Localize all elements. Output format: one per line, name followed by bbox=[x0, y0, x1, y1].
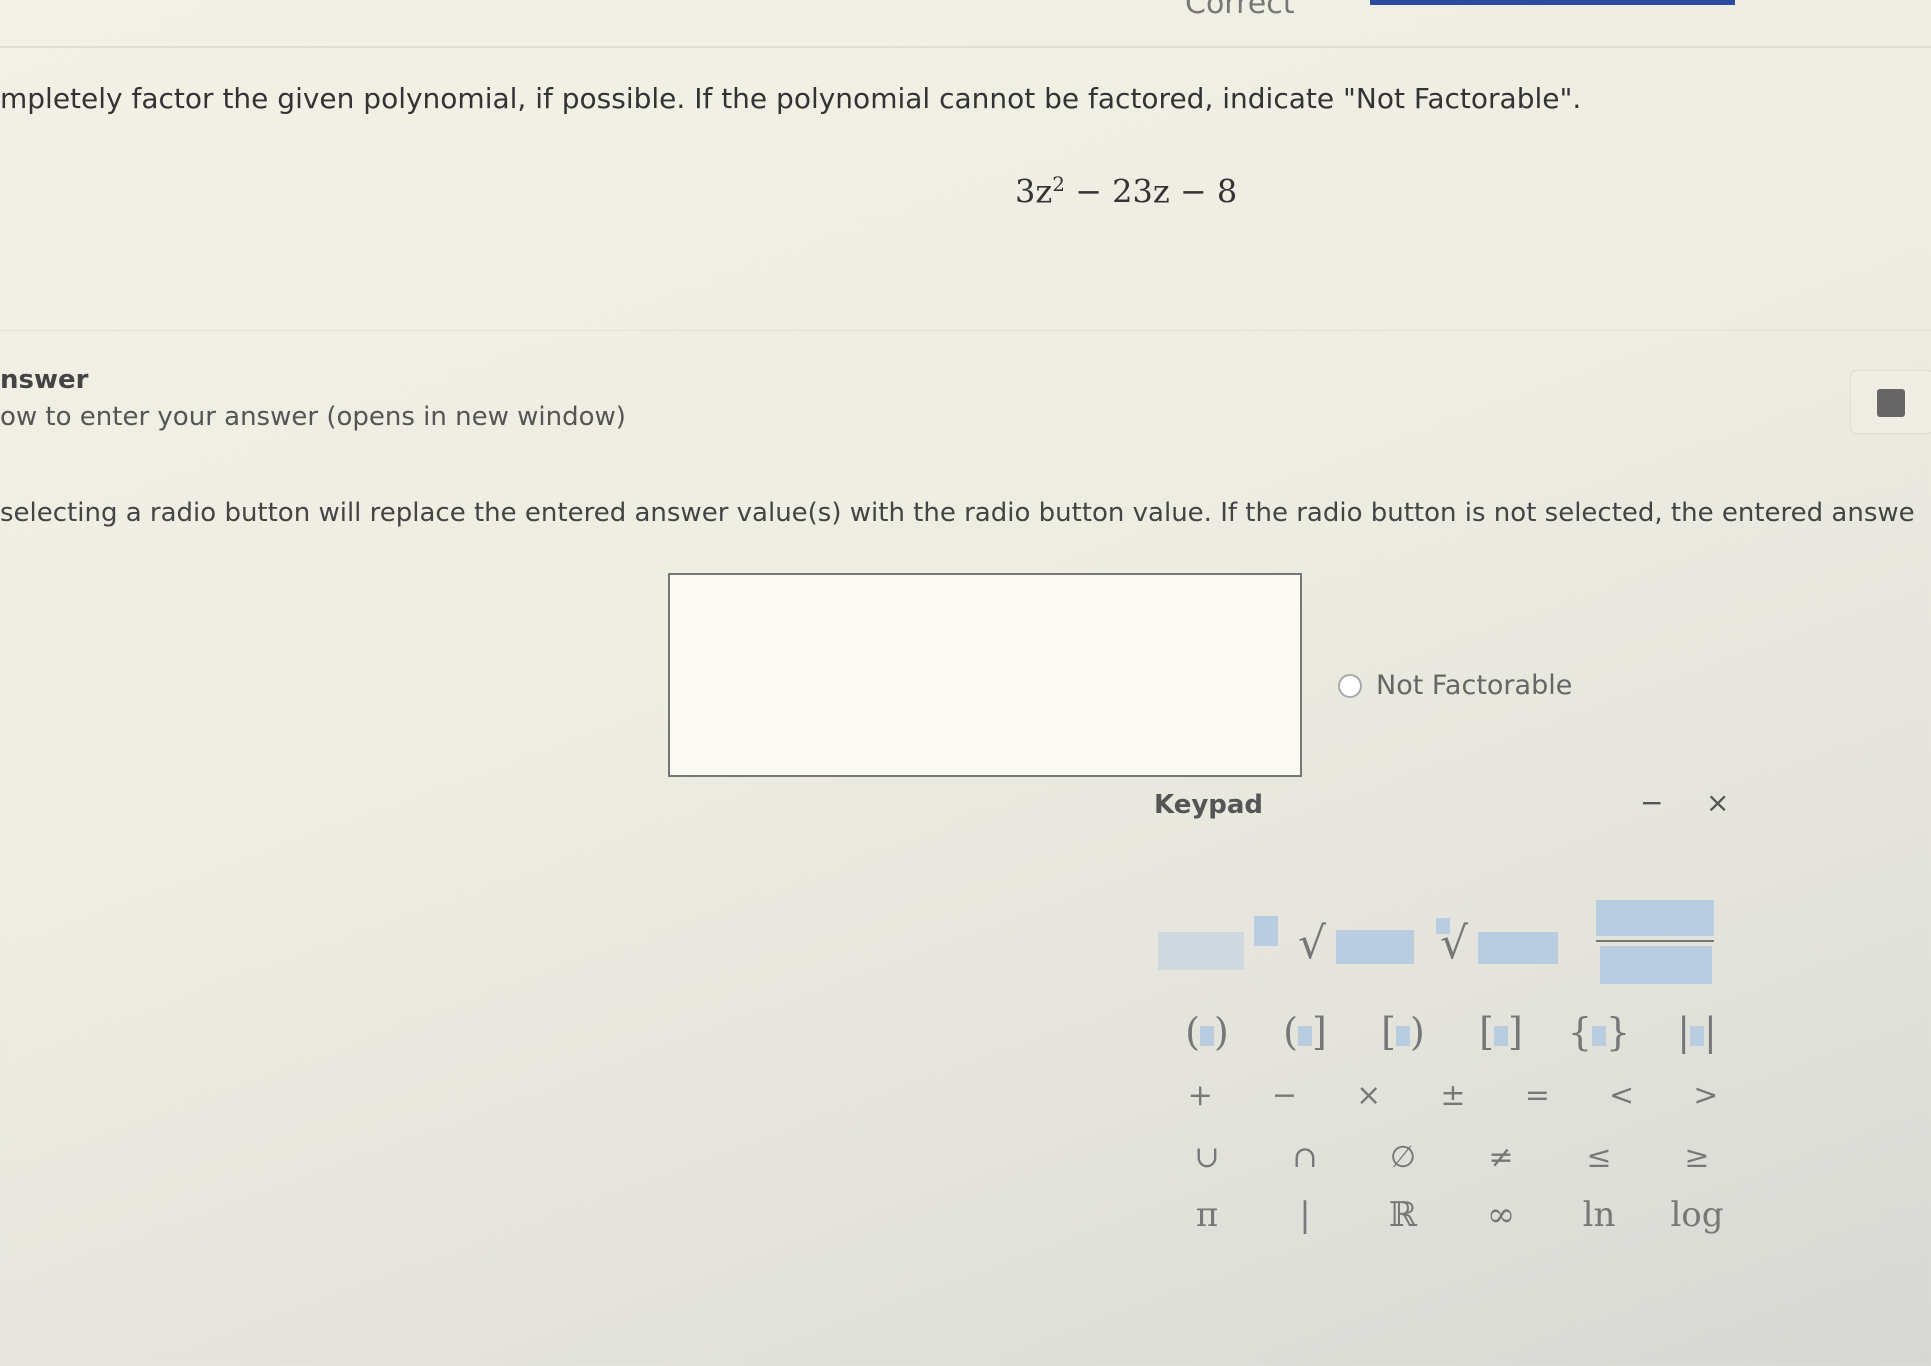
less-than-key[interactable]: < bbox=[1579, 1078, 1663, 1113]
sqrt-key[interactable]: √ bbox=[1298, 900, 1418, 990]
plus-minus-key[interactable]: ± bbox=[1411, 1078, 1495, 1113]
not-equal-key[interactable]: ≠ bbox=[1452, 1140, 1550, 1175]
less-equal-key[interactable]: ≤ bbox=[1550, 1140, 1648, 1175]
poly-rest: − 23z − 8 bbox=[1064, 172, 1238, 211]
keypad-close-button[interactable]: × bbox=[1706, 786, 1729, 819]
fraction-key[interactable] bbox=[1596, 900, 1726, 990]
radio-instruction: selecting a radio button will replace th… bbox=[0, 498, 1915, 528]
polynomial-expression: 3z2 − 23z − 8 bbox=[1015, 172, 1237, 211]
poly-lead-term: 3z bbox=[1015, 172, 1053, 211]
greater-equal-key[interactable]: ≥ bbox=[1648, 1140, 1746, 1175]
poly-exponent: 2 bbox=[1052, 172, 1065, 196]
union-key[interactable]: ∪ bbox=[1158, 1140, 1256, 1175]
help-link[interactable]: ow to enter your answer (opens in new wi… bbox=[0, 402, 626, 432]
section-divider bbox=[0, 330, 1931, 331]
question-prompt: mpletely factor the given polynomial, if… bbox=[0, 82, 1582, 115]
keypad-title: Keypad bbox=[1154, 790, 1264, 820]
reals-key[interactable]: ℝ bbox=[1354, 1195, 1452, 1235]
keypad-brackets-row: () (] [) [] {} | | bbox=[1158, 1010, 1748, 1054]
abs-key[interactable]: | | bbox=[1648, 1010, 1746, 1054]
minus-key[interactable]: − bbox=[1242, 1078, 1326, 1113]
answer-input[interactable] bbox=[668, 573, 1302, 777]
equals-key[interactable]: = bbox=[1495, 1078, 1579, 1113]
log-key[interactable]: log bbox=[1648, 1195, 1746, 1235]
exponent-key[interactable] bbox=[1158, 900, 1278, 990]
progress-indicator bbox=[1370, 0, 1735, 5]
top-bar: Correct bbox=[0, 0, 1931, 48]
infinity-key[interactable]: ∞ bbox=[1452, 1195, 1550, 1235]
keypad-minimize-button[interactable]: − bbox=[1640, 786, 1663, 819]
pi-key[interactable]: π bbox=[1158, 1195, 1256, 1235]
bracket-paren-key[interactable]: [) bbox=[1354, 1010, 1452, 1054]
greater-than-key[interactable]: > bbox=[1664, 1078, 1748, 1113]
bracket-key[interactable]: [] bbox=[1452, 1010, 1550, 1054]
calculator-icon bbox=[1877, 389, 1905, 417]
plus-key[interactable]: + bbox=[1158, 1078, 1242, 1113]
ln-key[interactable]: ln bbox=[1550, 1195, 1648, 1235]
status-label: Correct bbox=[1185, 0, 1295, 21]
keypad-constants-row: π | ℝ ∞ ln log bbox=[1158, 1195, 1748, 1235]
times-key[interactable]: × bbox=[1327, 1078, 1411, 1113]
keypad-panel: Keypad − × √ √ () (] [) [] {} | | + − × … bbox=[1140, 780, 1760, 1280]
calculator-button[interactable] bbox=[1850, 370, 1931, 434]
not-factorable-option[interactable]: Not Factorable bbox=[1338, 670, 1572, 701]
paren-bracket-key[interactable]: (] bbox=[1256, 1010, 1354, 1054]
nth-root-key[interactable]: √ bbox=[1436, 900, 1566, 990]
not-factorable-label: Not Factorable bbox=[1376, 670, 1573, 701]
keypad-template-row: √ √ bbox=[1158, 900, 1748, 990]
empty-set-key[interactable]: ∅ bbox=[1354, 1140, 1452, 1175]
brace-key[interactable]: {} bbox=[1550, 1010, 1648, 1054]
not-factorable-radio[interactable] bbox=[1338, 673, 1362, 698]
answer-heading: nswer bbox=[0, 365, 89, 395]
keypad-sets-row: ∪ ∩ ∅ ≠ ≤ ≥ bbox=[1158, 1140, 1748, 1175]
paren-key[interactable]: () bbox=[1158, 1010, 1256, 1054]
intersection-key[interactable]: ∩ bbox=[1256, 1140, 1354, 1175]
keypad-operators-row: + − × ± = < > bbox=[1158, 1078, 1748, 1113]
such-that-key[interactable]: | bbox=[1256, 1195, 1354, 1235]
